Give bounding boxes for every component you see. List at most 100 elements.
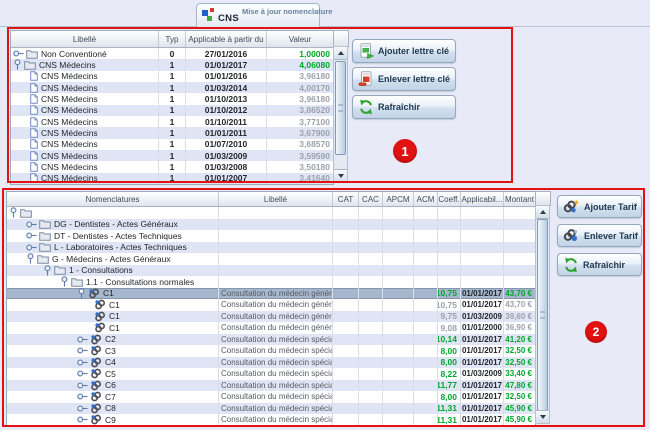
table-row[interactable]: C1 Consultation du médecin généraliste 1… xyxy=(7,299,535,311)
nomenclature-cell: DG - Dentistes - Actes Généraux xyxy=(7,219,219,231)
table-row[interactable]: CNS Médecins 1 01/01/2016 3,96180 xyxy=(11,71,333,82)
row-label: CNS Médecins xyxy=(41,94,98,104)
tree-handle-icon[interactable] xyxy=(26,243,37,252)
table-row[interactable]: C4 Consultation du médecin spécialiste 8… xyxy=(7,357,535,369)
table-row[interactable]: CNS Médecins 1 01/03/2014 4,00170 xyxy=(11,82,333,93)
table-row[interactable]: C2 Consultation du médecin spécialiste 1… xyxy=(7,334,535,346)
scroll-down-button[interactable] xyxy=(334,169,347,182)
cac-cell xyxy=(359,230,383,242)
table-row[interactable]: CNS Médecins 1 01/01/2011 3,67900 xyxy=(11,127,333,138)
table-row[interactable]: C5 Consultation du médecin spécialiste 8… xyxy=(7,368,535,380)
nomenclature-cell: C1 xyxy=(7,311,219,323)
table-row[interactable]: C7 Consultation du médecin spécialiste 8… xyxy=(7,391,535,403)
remove-key-letter-button[interactable]: Enlever lettre clé xyxy=(352,67,456,91)
key-letter-scrollbar[interactable] xyxy=(333,46,348,183)
apcm-cell xyxy=(383,403,414,415)
col-header-libelle[interactable]: Libellé xyxy=(11,31,159,47)
col-header-libelle2[interactable]: Libellé xyxy=(219,192,333,206)
col-header-cat[interactable]: CAT xyxy=(333,192,359,206)
tree-handle-icon[interactable] xyxy=(13,59,22,70)
tree-handle-icon[interactable] xyxy=(77,415,88,424)
table-row[interactable]: CNS Médecins 1 01/03/2009 3,59590 xyxy=(11,150,333,161)
table-row[interactable] xyxy=(7,207,535,219)
col-header-apcm[interactable]: APCM xyxy=(383,192,414,206)
tree-handle-icon[interactable] xyxy=(77,358,88,367)
tree-handle-icon[interactable] xyxy=(77,392,88,401)
montant-cell xyxy=(504,253,535,265)
scroll-up-button-2[interactable] xyxy=(536,206,549,219)
tree-handle-icon[interactable] xyxy=(77,346,88,355)
nomenclatures-scrollbar[interactable] xyxy=(535,205,550,424)
table-row[interactable]: C1 Consultation du médecin généraliste 9… xyxy=(7,322,535,334)
table-row[interactable]: CNS Médecins 1 01/10/2012 3,86520 xyxy=(11,105,333,116)
applicable-cell: 01/01/2017 xyxy=(461,334,504,346)
col-header-cac[interactable]: CAC xyxy=(359,192,383,206)
applicable-cell: 01/03/2009 xyxy=(461,368,504,380)
col-header-coeff[interactable]: Coeff. xyxy=(438,192,461,206)
acm-cell xyxy=(414,311,438,323)
apcm-cell xyxy=(383,242,414,254)
tree-handle-icon[interactable] xyxy=(43,265,52,276)
col-header-acm[interactable]: ACM xyxy=(414,192,438,206)
table-row[interactable]: L - Laboratoires - Actes Techniques xyxy=(7,242,535,254)
refresh-tarifs-button[interactable]: Rafraîchir xyxy=(557,253,642,276)
table-row[interactable]: DT - Dentistes - Actes Techniques xyxy=(7,230,535,242)
col-header-valeur[interactable]: Valeur xyxy=(267,31,333,47)
add-tarif-button[interactable]: Ajouter Tarif xyxy=(557,195,642,218)
node-icon xyxy=(90,334,102,345)
typ-cell: 1 xyxy=(159,82,186,93)
table-row[interactable]: CNS Médecins 1 01/10/2013 3,96180 xyxy=(11,93,333,104)
tree-handle-icon[interactable] xyxy=(60,276,69,287)
row-label: C4 xyxy=(105,357,116,367)
row-label: L - Laboratoires - Actes Techniques xyxy=(54,242,187,252)
montant-cell: 47,80 € xyxy=(504,380,535,392)
table-row[interactable]: CNS Médecins 1 01/10/2011 3,77100 xyxy=(11,116,333,127)
tree-handle-icon[interactable] xyxy=(13,49,24,58)
tree-handle-icon[interactable] xyxy=(77,404,88,413)
table-row[interactable]: Non Conventioné 0 27/01/2016 1,00000 xyxy=(11,48,333,59)
table-row[interactable]: CNS Médecins 1 01/07/2010 3,68570 xyxy=(11,139,333,150)
libelle-cell: Consultation du médecin spécialiste xyxy=(219,345,333,357)
table-row[interactable]: CNS Médecins 1 01/01/2017 4,06080 xyxy=(11,59,333,70)
table-row[interactable]: 1.1 - Consultations normales xyxy=(7,276,535,288)
scrollbar-thumb-2[interactable] xyxy=(537,219,548,411)
coeff-cell xyxy=(438,207,461,219)
scroll-down-button-2[interactable] xyxy=(536,410,549,423)
tree-handle-icon[interactable] xyxy=(77,381,88,390)
tab-mise-a-jour-nomenclature[interactable]: CNS Mise à jour nomenclature xyxy=(196,3,320,27)
table-row[interactable]: C8 Consultation du médecin spécialiste 1… xyxy=(7,403,535,415)
table-row[interactable]: CNS Médecins 1 01/03/2008 3,50180 xyxy=(11,161,333,172)
annotation-badge-1: 1 xyxy=(393,139,417,163)
add-key-letter-button[interactable]: Ajouter lettre clé xyxy=(352,39,456,63)
col-header-montant[interactable]: Montant xyxy=(504,192,535,206)
apcm-cell xyxy=(383,288,414,300)
button-label: Enlever lettre clé xyxy=(378,74,450,84)
libelle-cell: Consultation du médecin généraliste xyxy=(219,322,333,334)
scroll-up-button[interactable] xyxy=(334,47,347,60)
tree-handle-icon[interactable] xyxy=(77,288,86,299)
table-row[interactable]: DG - Dentistes - Actes Généraux xyxy=(7,219,535,231)
tree-handle-icon[interactable] xyxy=(26,220,37,229)
tree-handle-icon[interactable] xyxy=(9,207,18,218)
scrollbar-thumb[interactable] xyxy=(335,61,346,155)
table-row[interactable]: C3 Consultation du médecin spécialiste 8… xyxy=(7,345,535,357)
refresh-key-letters-button[interactable]: Rafraîchir xyxy=(352,95,456,119)
table-row[interactable]: C1 Consultation du médecin généraliste 1… xyxy=(7,288,535,300)
tree-handle-icon[interactable] xyxy=(77,369,88,378)
tree-handle-icon[interactable] xyxy=(26,253,35,264)
tree-handle-icon[interactable] xyxy=(26,231,37,240)
col-header-nomenclatures[interactable]: Nomenclatures xyxy=(7,192,219,206)
table-row[interactable]: CNS Médecins 1 01/01/2007 3,41640 xyxy=(11,173,333,184)
col-header-typ[interactable]: Typ xyxy=(159,31,186,47)
table-row[interactable]: C1 Consultation du médecin généraliste 9… xyxy=(7,311,535,323)
col-header-applicable[interactable]: Applicable à partir du xyxy=(186,31,267,47)
tree-handle-icon[interactable] xyxy=(77,335,88,344)
folder-icon xyxy=(26,49,38,59)
table-row[interactable]: G - Médecins - Actes Généraux xyxy=(7,253,535,265)
table-row[interactable]: C6 Consultation du médecin spécialiste 1… xyxy=(7,380,535,392)
table-row[interactable]: 1 - Consultations xyxy=(7,265,535,277)
cac-cell xyxy=(359,299,383,311)
col-header-applicabil[interactable]: Applicabil... xyxy=(461,192,504,206)
table-row[interactable]: C9 Consultation du médecin spécialiste 1… xyxy=(7,414,535,426)
remove-tarif-button[interactable]: Enlever Tarif xyxy=(557,224,642,247)
